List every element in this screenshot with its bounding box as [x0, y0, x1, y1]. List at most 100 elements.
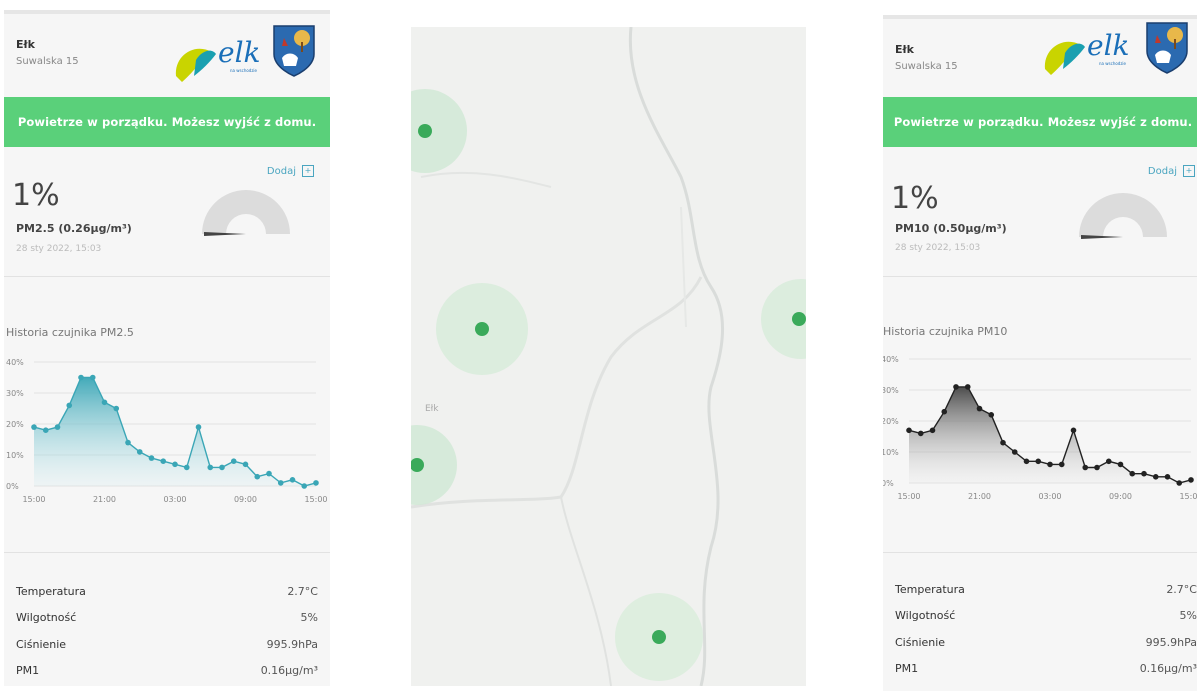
y-tick-label: 30%	[883, 386, 899, 395]
chart-data-point	[42, 427, 49, 433]
add-plus-icon: +	[1183, 165, 1195, 177]
y-tick-label: 0%	[6, 482, 19, 491]
location-name: Ełk	[16, 38, 35, 51]
chart-data-point	[1023, 458, 1030, 465]
add-label: Dodaj	[266, 165, 296, 177]
chart-data-point	[277, 480, 284, 486]
map-town-label: Ełk	[425, 404, 439, 414]
chart-data-point	[242, 461, 249, 468]
chart-area	[34, 377, 316, 486]
chart-data-point	[289, 477, 296, 483]
chart-area	[909, 386, 1191, 483]
chart-data-point	[31, 424, 37, 430]
chart-data-point	[183, 464, 190, 471]
coat-of-arms-icon	[273, 25, 315, 77]
map-marker	[792, 312, 806, 326]
x-tick-label: 15:00	[1179, 492, 1197, 501]
svg-text:na wschodzie: na wschodzie	[1099, 61, 1127, 66]
add-label: Dodaj	[1147, 165, 1177, 177]
sensor-map[interactable]: Ełk	[411, 27, 806, 686]
chart-data-point	[1000, 439, 1006, 446]
chart-data-point	[1035, 458, 1042, 465]
chart-data-point	[78, 374, 84, 381]
pm10-history-chart: 0% 10% 20% 30% 40% 15:00 21:00 03:00 09:00 15:00	[883, 355, 1197, 501]
chart-data-point	[1094, 464, 1100, 471]
chart-data-point	[113, 405, 120, 412]
chart-data-point	[941, 408, 948, 415]
chart-data-point	[1047, 461, 1053, 468]
chart-data-point	[301, 483, 308, 489]
add-link[interactable]: Dodaj +	[267, 165, 314, 177]
elk-city-logo: elk na wschodzie	[1044, 29, 1130, 75]
location-address: Suwalska 15	[16, 56, 79, 67]
chart-data-point	[89, 374, 96, 381]
chart-data-point	[1164, 474, 1171, 480]
map-marker	[652, 630, 666, 644]
sensor-panel-left: Ełk Suwalska 15 elk na wschodzie Powietr…	[4, 10, 330, 686]
y-tick-label: 20%	[883, 417, 899, 426]
stat-row-temperature: Temperatura 2.7°C	[895, 582, 1197, 596]
stat-row-humidity: Wilgotność 5%	[16, 611, 318, 625]
x-tick-label: 09:00	[1109, 492, 1132, 501]
y-tick-label: 40%	[883, 355, 899, 364]
x-tick-label: 03:00	[163, 495, 186, 504]
chart-data-point	[1082, 464, 1089, 471]
map-marker	[475, 322, 489, 336]
panel-top-border	[883, 15, 1197, 19]
pm25-history-chart: 0% 10% 20% 30% 40% 15:00 21:00 03:00 09:00 15:00	[6, 358, 328, 504]
elk-city-logo: elk na wschodzie	[175, 36, 261, 82]
chart-data-point	[1152, 474, 1159, 480]
chart-data-point	[313, 480, 319, 486]
stat-row-pressure: Ciśnienie 995.9hPa	[895, 635, 1197, 649]
y-tick-label: 0%	[883, 479, 894, 488]
chart-data-point	[54, 424, 61, 430]
add-plus-icon: +	[302, 165, 314, 177]
chart-data-point	[1117, 461, 1124, 468]
chart-data-point	[988, 412, 995, 418]
chart-data-point	[1070, 427, 1077, 434]
chart-data-point	[172, 461, 178, 468]
chart-data-point	[917, 430, 924, 437]
chart-data-point	[125, 439, 131, 446]
x-tick-label: 15:00	[897, 492, 920, 501]
logo-text: elk	[218, 36, 261, 69]
chart-data-point	[976, 405, 983, 412]
gauge-meter	[1079, 193, 1167, 239]
chart-data-point	[160, 458, 167, 464]
x-tick-label: 21:00	[968, 492, 991, 501]
y-tick-label: 20%	[6, 420, 24, 429]
x-tick-label: 21:00	[93, 495, 116, 504]
stat-row-pm1: PM1 0.16µg/m³	[16, 664, 318, 678]
location-name: Ełk	[895, 43, 914, 56]
chart-data-point	[1141, 470, 1147, 477]
chart-data-point	[230, 458, 237, 464]
x-tick-label: 09:00	[234, 495, 257, 504]
history-title: Historia czujnika PM10	[883, 325, 1008, 338]
chart-data-point	[266, 470, 272, 477]
section-divider	[883, 276, 1197, 277]
stat-row-pressure: Ciśnienie 995.9hPa	[16, 637, 318, 651]
x-tick-label: 15:00	[22, 495, 45, 504]
coat-of-arms-icon	[1146, 22, 1188, 74]
chart-data-point	[207, 464, 214, 471]
chart-data-point	[1105, 458, 1112, 465]
chart-data-point	[1058, 461, 1065, 468]
add-link[interactable]: Dodaj +	[1148, 165, 1195, 177]
chart-data-point	[101, 399, 108, 406]
chart-data-point	[1188, 477, 1194, 483]
chart-data-point	[964, 384, 971, 390]
y-tick-label: 10%	[6, 451, 24, 460]
map-marker	[418, 124, 432, 138]
y-tick-label: 40%	[6, 358, 24, 367]
pm-reading: PM10 (0.50µg/m³)	[895, 222, 1007, 235]
stat-row-temperature: Temperatura 2.7°C	[16, 584, 318, 598]
chart-data-point	[195, 424, 202, 430]
chart-data-point	[1176, 480, 1183, 486]
stat-row-pm1: PM1 0.16µg/m³	[895, 662, 1197, 676]
chart-data-point	[66, 402, 73, 409]
svg-text:na wschodzie: na wschodzie	[230, 68, 258, 73]
stats-list: Temperatura 2.7°C Wilgotność 5% Ciśnienie 9…	[16, 578, 318, 684]
chart-data-point	[906, 427, 912, 434]
location-address: Suwalska 15	[895, 61, 958, 72]
x-tick-label: 15:00	[304, 495, 327, 504]
